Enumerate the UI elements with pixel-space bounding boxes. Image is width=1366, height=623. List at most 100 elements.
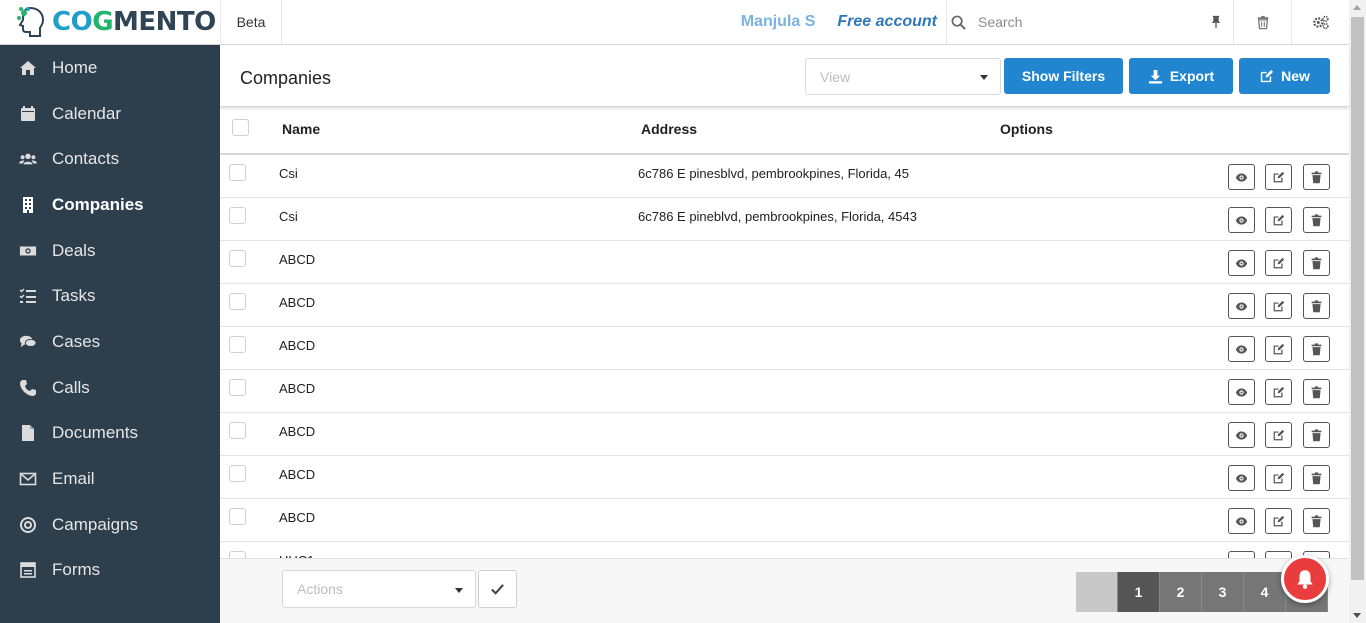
edit-button[interactable] [1265, 293, 1292, 319]
table-row[interactable]: HHC1 [220, 542, 1349, 558]
view-button[interactable] [1228, 250, 1255, 276]
pagination-page-1[interactable]: 1 [1118, 572, 1160, 612]
account-label[interactable]: Free account [837, 0, 947, 44]
apply-action-button[interactable] [478, 570, 517, 608]
delete-button[interactable] [1303, 465, 1330, 491]
edit-button[interactable] [1265, 250, 1292, 276]
sidebar-item-calendar[interactable]: Calendar [0, 94, 220, 134]
table-row[interactable]: ABCD [220, 284, 1349, 327]
new-button[interactable]: New [1239, 58, 1330, 94]
view-button[interactable] [1228, 207, 1255, 233]
sidebar-item-contacts[interactable]: Contacts [0, 139, 220, 179]
actions-dropdown[interactable]: Actions [282, 570, 476, 608]
export-button[interactable]: Export [1129, 58, 1233, 94]
scroll-up-arrow-icon[interactable] [1353, 5, 1361, 10]
view-button[interactable] [1228, 422, 1255, 448]
sidebar-item-forms[interactable]: Forms [0, 550, 220, 590]
sidebar-item-cases[interactable]: Cases [0, 322, 220, 362]
view-dropdown[interactable]: View [805, 58, 1001, 95]
edit-button[interactable] [1265, 336, 1292, 362]
trash-icon [1310, 299, 1323, 313]
table-row[interactable]: ABCD [220, 241, 1349, 284]
view-button[interactable] [1228, 164, 1255, 190]
sidebar-item-email[interactable]: Email [0, 459, 220, 499]
edit-button[interactable] [1265, 164, 1292, 190]
row-checkbox[interactable] [229, 551, 246, 558]
sidebar-item-campaigns[interactable]: Campaigns [0, 505, 220, 545]
select-all-checkbox[interactable] [232, 119, 249, 136]
show-filters-button[interactable]: Show Filters [1004, 58, 1123, 94]
delete-button[interactable] [1303, 293, 1330, 319]
row-checkbox[interactable] [229, 336, 246, 353]
row-checkbox[interactable] [229, 207, 246, 224]
pagination-page-2[interactable]: 2 [1160, 572, 1202, 612]
company-name[interactable]: Csi [279, 166, 298, 181]
delete-button[interactable] [1303, 336, 1330, 362]
edit-button[interactable] [1265, 465, 1292, 491]
company-name[interactable]: ABCD [279, 295, 315, 310]
table-footer: Actions 1 2 3 4 [220, 558, 1349, 623]
row-checkbox[interactable] [229, 422, 246, 439]
view-button[interactable] [1228, 465, 1255, 491]
column-header-address[interactable]: Address [641, 121, 697, 137]
delete-button[interactable] [1303, 379, 1330, 405]
delete-button[interactable] [1303, 508, 1330, 534]
pagination-page-3[interactable]: 3 [1202, 572, 1244, 612]
edit-button[interactable] [1265, 551, 1292, 558]
row-checkbox[interactable] [229, 508, 246, 525]
companies-table: Name Address Options Csi 6c786 E pinesblv… [220, 107, 1349, 558]
sidebar-item-documents[interactable]: Documents [0, 413, 220, 453]
user-name[interactable]: Manjula S [741, 0, 838, 44]
edit-button[interactable] [1265, 508, 1292, 534]
view-button[interactable] [1228, 293, 1255, 319]
pin-icon[interactable] [1209, 15, 1223, 29]
delete-button[interactable] [1303, 250, 1330, 276]
company-name[interactable]: ABCD [279, 467, 315, 482]
edit-button[interactable] [1265, 207, 1292, 233]
view-button[interactable] [1228, 551, 1255, 558]
company-name[interactable]: ABCD [279, 510, 315, 525]
delete-button[interactable] [1303, 422, 1330, 448]
row-checkbox[interactable] [229, 465, 246, 482]
edit-button[interactable] [1265, 379, 1292, 405]
table-row[interactable]: Csi 6c786 E pinesblvd, pembrookpines, Flo… [220, 155, 1349, 198]
sidebar-item-home[interactable]: Home [0, 48, 220, 88]
column-header-name[interactable]: Name [282, 121, 320, 137]
trash-button[interactable] [1233, 0, 1291, 44]
delete-button[interactable] [1303, 207, 1330, 233]
pagination-prev [1076, 572, 1118, 612]
company-name[interactable]: ABCD [279, 424, 315, 439]
table-row[interactable]: ABCD [220, 413, 1349, 456]
company-name[interactable]: ABCD [279, 338, 315, 353]
notification-bell-button[interactable] [1281, 555, 1329, 603]
edit-button[interactable] [1265, 422, 1292, 448]
search-box[interactable] [947, 0, 1233, 44]
table-row[interactable]: ABCD [220, 499, 1349, 542]
sidebar-item-companies[interactable]: Companies [0, 185, 220, 225]
view-button[interactable] [1228, 508, 1255, 534]
company-name[interactable]: ABCD [279, 252, 315, 267]
pagination-page-4[interactable]: 4 [1244, 572, 1286, 612]
sidebar-item-calls[interactable]: Calls [0, 368, 220, 408]
delete-button[interactable] [1303, 164, 1330, 190]
scrollbar-thumb[interactable] [1351, 17, 1364, 580]
row-checkbox[interactable] [229, 164, 246, 181]
settings-button[interactable] [1291, 0, 1349, 44]
sidebar-item-deals[interactable]: Deals [0, 231, 220, 271]
logo[interactable]: COGMENTO [0, 0, 221, 44]
view-button[interactable] [1228, 336, 1255, 362]
scroll-down-arrow-icon[interactable] [1353, 613, 1361, 618]
table-row[interactable]: Csi 6c786 E pineblvd, pembrookpines, Flor… [220, 198, 1349, 241]
row-checkbox[interactable] [229, 293, 246, 310]
page-scrollbar[interactable] [1349, 0, 1366, 623]
table-row[interactable]: ABCD [220, 327, 1349, 370]
view-button[interactable] [1228, 379, 1255, 405]
company-name[interactable]: ABCD [279, 381, 315, 396]
row-checkbox[interactable] [229, 379, 246, 396]
table-row[interactable]: ABCD [220, 370, 1349, 413]
search-input[interactable] [966, 14, 1209, 30]
sidebar-item-tasks[interactable]: Tasks [0, 276, 220, 316]
row-checkbox[interactable] [229, 250, 246, 267]
company-name[interactable]: Csi [279, 209, 298, 224]
table-row[interactable]: ABCD [220, 456, 1349, 499]
